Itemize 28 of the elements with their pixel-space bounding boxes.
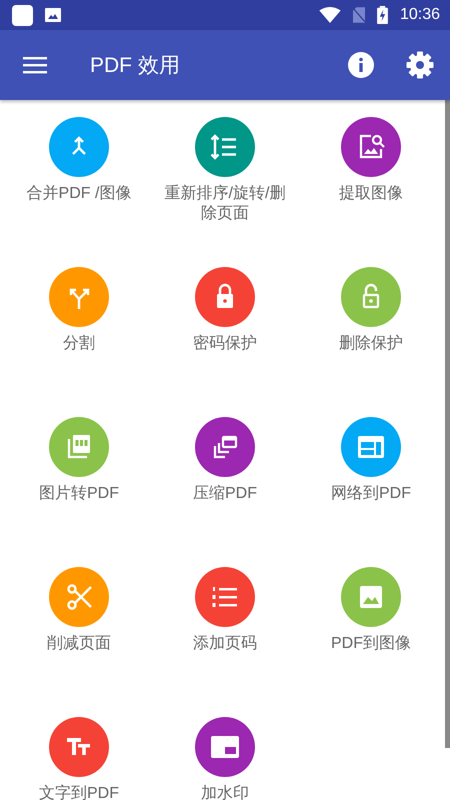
app-title: PDF 效用 xyxy=(90,53,181,79)
tool-button[interactable]: 网络到PDF xyxy=(298,417,444,567)
no-sim-icon xyxy=(352,7,365,23)
image-icon xyxy=(45,7,61,23)
tool-button[interactable]: 文字到PDF xyxy=(6,717,152,800)
tool-button[interactable]: 重新排序/旋转/删除页面 xyxy=(152,117,298,267)
tool-button[interactable]: 图片转PDF xyxy=(6,417,152,567)
info-icon xyxy=(348,52,374,78)
settings-icon xyxy=(406,51,434,79)
battery-charging-icon xyxy=(376,6,388,24)
tool-button[interactable]: 密码保护 xyxy=(152,267,298,417)
settings-button[interactable] xyxy=(406,51,434,79)
tool-button[interactable]: 削减页面 xyxy=(6,567,152,717)
tool-button[interactable]: 合并PDF /图像 xyxy=(6,117,152,267)
status-time: 10:36 xyxy=(400,6,440,24)
tool-button[interactable]: 提取图像 xyxy=(298,117,444,267)
tool-button[interactable]: 压缩PDF xyxy=(152,417,298,567)
menu-button[interactable] xyxy=(23,56,47,74)
info-button[interactable] xyxy=(348,52,374,78)
tool-button[interactable]: 删除保护 xyxy=(298,267,444,417)
tool-button[interactable]: 加水印 xyxy=(152,717,298,800)
notification-icon xyxy=(12,4,33,26)
tool-button[interactable]: 分割 xyxy=(6,267,152,417)
tool-button[interactable]: PDF到图像 xyxy=(298,567,444,717)
wifi-icon xyxy=(318,7,341,23)
tool-button[interactable]: 添加页码 xyxy=(152,567,298,717)
menu-icon xyxy=(23,56,47,74)
scrollbar[interactable] xyxy=(445,100,450,748)
